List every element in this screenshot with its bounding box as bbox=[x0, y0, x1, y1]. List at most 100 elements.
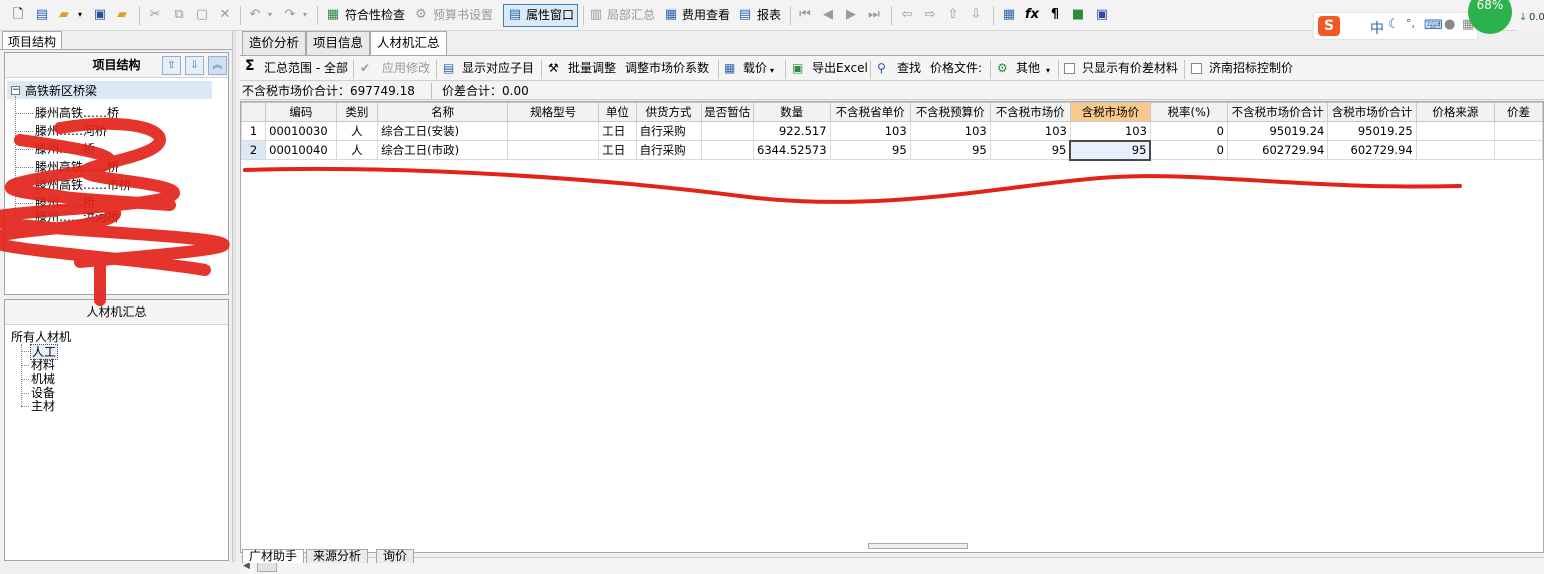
open-dropdown-icon[interactable]: ▾ bbox=[76, 7, 84, 23]
fee-view-button[interactable]: 费用查看 bbox=[682, 8, 730, 23]
resource-item-machine[interactable]: 机械 bbox=[31, 372, 55, 386]
cell-category[interactable]: 人 bbox=[335, 121, 379, 141]
formula-icon[interactable]: fx bbox=[1024, 7, 1040, 23]
col-header-province-price[interactable]: 不含税省单价 bbox=[829, 102, 911, 122]
tab-project-structure[interactable]: 项目结构 bbox=[2, 31, 63, 50]
cell-price-diff[interactable] bbox=[1493, 121, 1544, 141]
cell-market-price[interactable]: 95 bbox=[989, 140, 1071, 160]
tree-node-6[interactable]: 滕州……桥 bbox=[35, 196, 95, 210]
load-price-dropdown-icon[interactable]: ▾ bbox=[770, 63, 774, 78]
redo-dropdown-icon[interactable]: ▾ bbox=[301, 7, 309, 23]
cell-category[interactable]: 人 bbox=[335, 140, 379, 160]
cut-icon[interactable]: ✂ bbox=[147, 7, 163, 23]
col-header-code[interactable]: 编码 bbox=[265, 102, 337, 122]
other-dropdown-icon[interactable]: ▾ bbox=[1046, 63, 1050, 78]
user-icon[interactable]: ● bbox=[1444, 17, 1455, 32]
resource-item-main-material[interactable]: 主材 bbox=[31, 399, 55, 413]
cell-quantity[interactable]: 6344.52573 bbox=[753, 140, 831, 160]
table-row[interactable]: 1 00010030 人 综合工日(安装) 工日 自行采购 922.517 10… bbox=[240, 121, 1544, 141]
resource-tree-root[interactable]: 所有人材机 bbox=[11, 330, 71, 344]
resource-item-material[interactable]: 材料 bbox=[31, 358, 55, 372]
cell-name[interactable]: 综合工日(安装) bbox=[377, 121, 509, 141]
cell-province-price[interactable]: 103 bbox=[829, 121, 911, 141]
table-row[interactable]: 2 00010040 人 综合工日(市政) 工日 自行采购 6344.52573… bbox=[240, 139, 1544, 161]
jinan-checkbox[interactable] bbox=[1191, 63, 1202, 74]
prev-record-icon[interactable]: ◀ bbox=[820, 7, 836, 23]
cell-index[interactable]: 2 bbox=[240, 140, 267, 160]
cell-quantity[interactable]: 922.517 bbox=[753, 121, 831, 141]
partial-summary-button[interactable]: 局部汇总 bbox=[607, 8, 655, 23]
redo-icon[interactable]: ↷ bbox=[282, 7, 298, 23]
collapse-node-icon[interactable]: − bbox=[11, 86, 20, 95]
last-record-icon[interactable]: ⏭ bbox=[866, 7, 882, 23]
calculator-icon[interactable]: ▦ bbox=[1001, 7, 1017, 23]
tab-inquiry[interactable]: 询价 bbox=[376, 549, 415, 563]
next-record-icon[interactable]: ▶ bbox=[843, 7, 859, 23]
first-record-icon[interactable]: ⏮ bbox=[797, 7, 813, 23]
tree-node-1[interactable]: 滕州高铁……桥 bbox=[35, 106, 119, 120]
compliance-check-button[interactable]: 符合性检查 bbox=[345, 8, 405, 23]
cell-unit[interactable]: 工日 bbox=[598, 121, 637, 141]
cell-spec[interactable] bbox=[507, 140, 600, 160]
col-header-price-diff[interactable]: 价差 bbox=[1493, 102, 1544, 122]
tab-material-assistant[interactable]: 广材助手 bbox=[242, 549, 305, 563]
col-header-provisional[interactable]: 是否暂估 bbox=[700, 102, 755, 122]
scope-button[interactable]: 汇总范围 - 全部 bbox=[264, 61, 348, 76]
cell-budget-price[interactable]: 103 bbox=[909, 121, 991, 141]
col-header-tax-rate[interactable]: 税率(%) bbox=[1149, 102, 1228, 122]
save-icon[interactable]: ▣ bbox=[92, 7, 108, 23]
col-header-name[interactable]: 名称 bbox=[377, 102, 509, 122]
cell-tax-rate[interactable]: 0 bbox=[1149, 140, 1228, 160]
delete-icon[interactable]: ✕ bbox=[217, 7, 233, 23]
moon-icon[interactable]: ☾ bbox=[1388, 17, 1400, 32]
cell-market-total-tax[interactable]: 95019.25 bbox=[1327, 121, 1417, 141]
cell-market-price[interactable]: 103 bbox=[989, 121, 1071, 141]
open-folder-icon[interactable]: ▰ bbox=[56, 7, 72, 23]
budget-settings-button[interactable]: 预算书设置 bbox=[433, 8, 493, 23]
load-price-button[interactable]: 载价 bbox=[743, 61, 767, 76]
tab-cost-analysis[interactable]: 造价分析 bbox=[242, 31, 307, 55]
cell-code[interactable]: 00010030 bbox=[265, 121, 337, 141]
tree-node-2[interactable]: 滕州……河桥 bbox=[35, 124, 107, 138]
col-header-unit[interactable]: 单位 bbox=[598, 102, 637, 122]
col-header-spec[interactable]: 规格型号 bbox=[507, 102, 600, 122]
tab-resource-summary[interactable]: 人材机汇总 bbox=[370, 31, 447, 56]
export-excel-button[interactable]: 导出Excel bbox=[812, 61, 868, 76]
cell-market-total[interactable]: 602729.94 bbox=[1226, 140, 1329, 160]
move-left-icon[interactable]: ⇦ bbox=[899, 7, 915, 23]
cell-tax-rate[interactable]: 0 bbox=[1149, 121, 1228, 141]
copy-icon[interactable]: ⧉ bbox=[171, 7, 187, 23]
cell-market-price-tax-selected[interactable]: 95 bbox=[1069, 139, 1152, 161]
undo-icon[interactable]: ↶ bbox=[247, 7, 263, 23]
cell-price-diff[interactable] bbox=[1493, 140, 1544, 160]
batch-adjust-button[interactable]: 批量调整 bbox=[568, 61, 616, 76]
cell-supply[interactable]: 自行采购 bbox=[635, 121, 702, 141]
tree-node-4[interactable]: 滕州高铁……桥 bbox=[35, 160, 119, 174]
cube-icon[interactable]: ■ bbox=[1070, 7, 1086, 23]
col-header-budget-price[interactable]: 不含税预算价 bbox=[909, 102, 991, 122]
paste-icon[interactable]: ▢ bbox=[194, 7, 210, 23]
cell-name[interactable]: 综合工日(市政) bbox=[377, 140, 509, 160]
cell-market-total-tax[interactable]: 602729.94 bbox=[1327, 140, 1417, 160]
new-project-icon[interactable]: ▤ bbox=[34, 7, 50, 23]
cell-price-source[interactable] bbox=[1415, 140, 1495, 160]
show-sub-button[interactable]: 显示对应子目 bbox=[462, 61, 534, 76]
undo-dropdown-icon[interactable]: ▾ bbox=[266, 7, 274, 23]
col-header-market-total[interactable]: 不含税市场价合计 bbox=[1226, 102, 1329, 122]
splitter[interactable] bbox=[232, 31, 236, 562]
move-right-icon[interactable]: ⇨ bbox=[922, 7, 938, 23]
cell-market-price-tax[interactable]: 103 bbox=[1069, 121, 1151, 141]
other-button[interactable]: 其他 bbox=[1016, 61, 1040, 76]
find-button[interactable]: 查找 bbox=[897, 61, 921, 76]
cell-market-total[interactable]: 95019.24 bbox=[1226, 121, 1329, 141]
tab-project-info[interactable]: 项目信息 bbox=[306, 31, 371, 55]
col-header-market-total-tax[interactable]: 含税市场价合计 bbox=[1327, 102, 1417, 122]
cell-budget-price[interactable]: 95 bbox=[909, 140, 991, 160]
tree-node-5[interactable]: 滕州高铁……市桥 bbox=[35, 178, 131, 192]
cell-provisional[interactable] bbox=[700, 121, 755, 141]
new-file-icon[interactable]: 🗋 bbox=[10, 7, 26, 23]
cell-index[interactable]: 1 bbox=[240, 121, 267, 141]
cell-provisional[interactable] bbox=[700, 140, 755, 160]
move-up-button[interactable]: ⇧ bbox=[162, 56, 181, 75]
col-header-market-price[interactable]: 不含税市场价 bbox=[989, 102, 1071, 122]
